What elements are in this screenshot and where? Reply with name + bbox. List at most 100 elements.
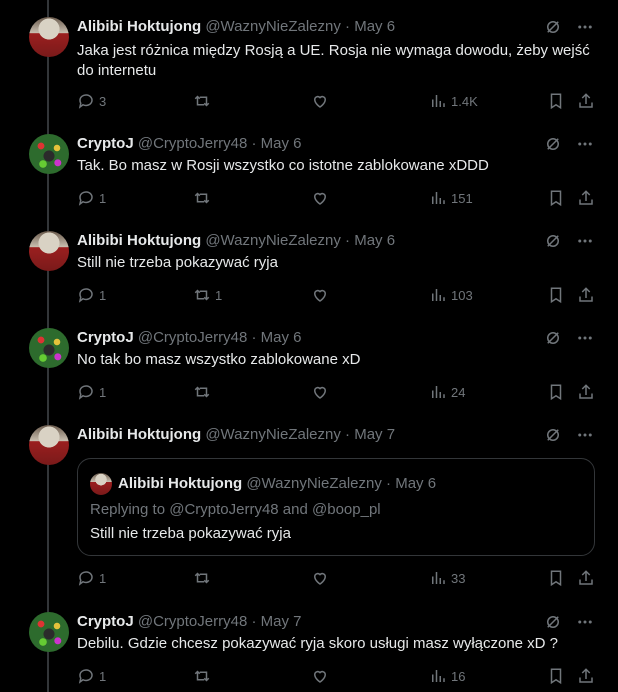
reply-count: 1 (99, 668, 107, 684)
reply-button[interactable]: 1 (77, 568, 106, 588)
share-button[interactable] (577, 285, 595, 305)
like-button[interactable] (311, 568, 333, 588)
author-name[interactable]: Alibibi Hoktujong (77, 18, 201, 35)
share-button[interactable] (577, 382, 595, 402)
author-handle[interactable]: @CryptoJerry48 (138, 613, 247, 630)
replying-to-users: @CryptoJerry48 and @boop_pl (169, 501, 381, 518)
views-count: 33 (451, 570, 466, 586)
avatar[interactable] (29, 425, 69, 465)
more-icon[interactable] (576, 232, 594, 250)
share-button[interactable] (577, 666, 595, 686)
tweet-header: Alibibi Hoktujong @WaznyNieZalezny · May… (77, 425, 395, 445)
reply-button[interactable]: 1 (77, 285, 106, 305)
reply-button[interactable]: 1 (77, 382, 106, 402)
grok-icon[interactable] (544, 18, 562, 36)
share-button[interactable] (577, 568, 595, 588)
avatar[interactable] (29, 231, 69, 271)
views-button[interactable]: 33 (429, 568, 465, 588)
tweet-date[interactable]: May 7 (261, 613, 302, 630)
avatar[interactable] (29, 134, 69, 174)
author-name[interactable]: Alibibi Hoktujong (77, 232, 201, 249)
tweet-date[interactable]: May 7 (354, 426, 395, 443)
tweet-date[interactable]: May 6 (261, 135, 302, 152)
tweet-header-icons (544, 612, 594, 632)
reply-count: 1 (99, 287, 107, 303)
tweet-date[interactable]: May 6 (354, 18, 395, 35)
bookmark-button[interactable] (547, 285, 565, 305)
more-icon[interactable] (576, 329, 594, 347)
tweet-actions: 1 24 (77, 382, 597, 402)
grok-icon[interactable] (544, 329, 562, 347)
reply-button[interactable]: 1 (77, 666, 106, 686)
grok-icon[interactable] (544, 135, 562, 153)
reply-button[interactable]: 3 (77, 91, 106, 111)
share-button[interactable] (577, 188, 595, 208)
tweet-text: Jaka jest różnica między Rosją a UE. Ros… (77, 42, 590, 79)
bookmark-button[interactable] (547, 568, 565, 588)
more-icon[interactable] (576, 135, 594, 153)
avatar[interactable] (29, 17, 69, 57)
like-button[interactable] (311, 91, 333, 111)
retweet-button[interactable]: 1 (193, 285, 222, 305)
author-name[interactable]: CryptoJ (77, 135, 134, 152)
author-name[interactable]: Alibibi Hoktujong (77, 426, 201, 443)
views-button[interactable]: 151 (429, 188, 473, 208)
avatar[interactable] (29, 328, 69, 368)
quoted-replying-to: Replying to @CryptoJerry48 and @boop_pl (90, 500, 381, 520)
grok-icon[interactable] (544, 426, 562, 444)
separator: · (251, 135, 257, 152)
tweet-text: Tak. Bo masz w Rosji wszystko co istotne… (77, 157, 489, 174)
more-icon[interactable] (576, 613, 594, 631)
retweet-icon (194, 670, 210, 682)
bookmark-icon (550, 570, 562, 587)
author-handle[interactable]: @CryptoJerry48 (138, 329, 247, 346)
bookmark-button[interactable] (547, 382, 565, 402)
retweet-icon (194, 289, 210, 301)
retweet-button[interactable] (193, 188, 215, 208)
reply-button[interactable]: 1 (77, 188, 106, 208)
tweet-header-icons (544, 17, 594, 37)
views-button[interactable]: 24 (429, 382, 465, 402)
share-button[interactable] (577, 91, 595, 111)
like-button[interactable] (311, 188, 333, 208)
bookmark-button[interactable] (547, 666, 565, 686)
grok-icon[interactable] (544, 232, 562, 250)
more-icon[interactable] (576, 18, 594, 36)
like-button[interactable] (311, 666, 333, 686)
views-button[interactable]: 1.4K (429, 91, 478, 111)
separator: · (251, 613, 257, 630)
like-icon (313, 670, 327, 683)
views-count: 24 (451, 384, 466, 400)
views-button[interactable]: 16 (429, 666, 465, 686)
like-button[interactable] (311, 285, 333, 305)
reply-icon (78, 571, 93, 586)
views-button[interactable]: 103 (429, 285, 473, 305)
tweet-date[interactable]: May 6 (261, 329, 302, 346)
tweet-actions: 1 151 (77, 188, 597, 208)
views-icon (432, 670, 445, 682)
author-handle[interactable]: @WaznyNieZalezny (205, 18, 341, 35)
more-icon[interactable] (576, 426, 594, 444)
avatar[interactable] (29, 612, 69, 652)
bookmark-button[interactable] (547, 91, 565, 111)
author-name[interactable]: CryptoJ (77, 329, 134, 346)
like-button[interactable] (311, 382, 333, 402)
tweet-actions: 1 1 103 (77, 285, 597, 305)
tweet-header: Alibibi Hoktujong @WaznyNieZalezny · May… (77, 231, 395, 251)
retweet-icon (194, 572, 210, 584)
retweet-button[interactable] (193, 91, 215, 111)
quoted-tweet[interactable]: Alibibi Hoktujong @WaznyNieZalezny · May… (77, 458, 595, 556)
bookmark-button[interactable] (547, 188, 565, 208)
grok-icon[interactable] (544, 613, 562, 631)
author-handle[interactable]: @WaznyNieZalezny (205, 426, 341, 443)
like-icon (313, 192, 327, 205)
separator: · (345, 426, 351, 443)
author-handle[interactable]: @CryptoJerry48 (138, 135, 247, 152)
tweet-date[interactable]: May 6 (354, 232, 395, 249)
retweet-button[interactable] (193, 382, 215, 402)
retweet-button[interactable] (193, 568, 215, 588)
author-name[interactable]: CryptoJ (77, 613, 134, 630)
retweet-button[interactable] (193, 666, 215, 686)
quoted-author-name: Alibibi Hoktujong (118, 475, 243, 492)
author-handle[interactable]: @WaznyNieZalezny (205, 232, 341, 249)
